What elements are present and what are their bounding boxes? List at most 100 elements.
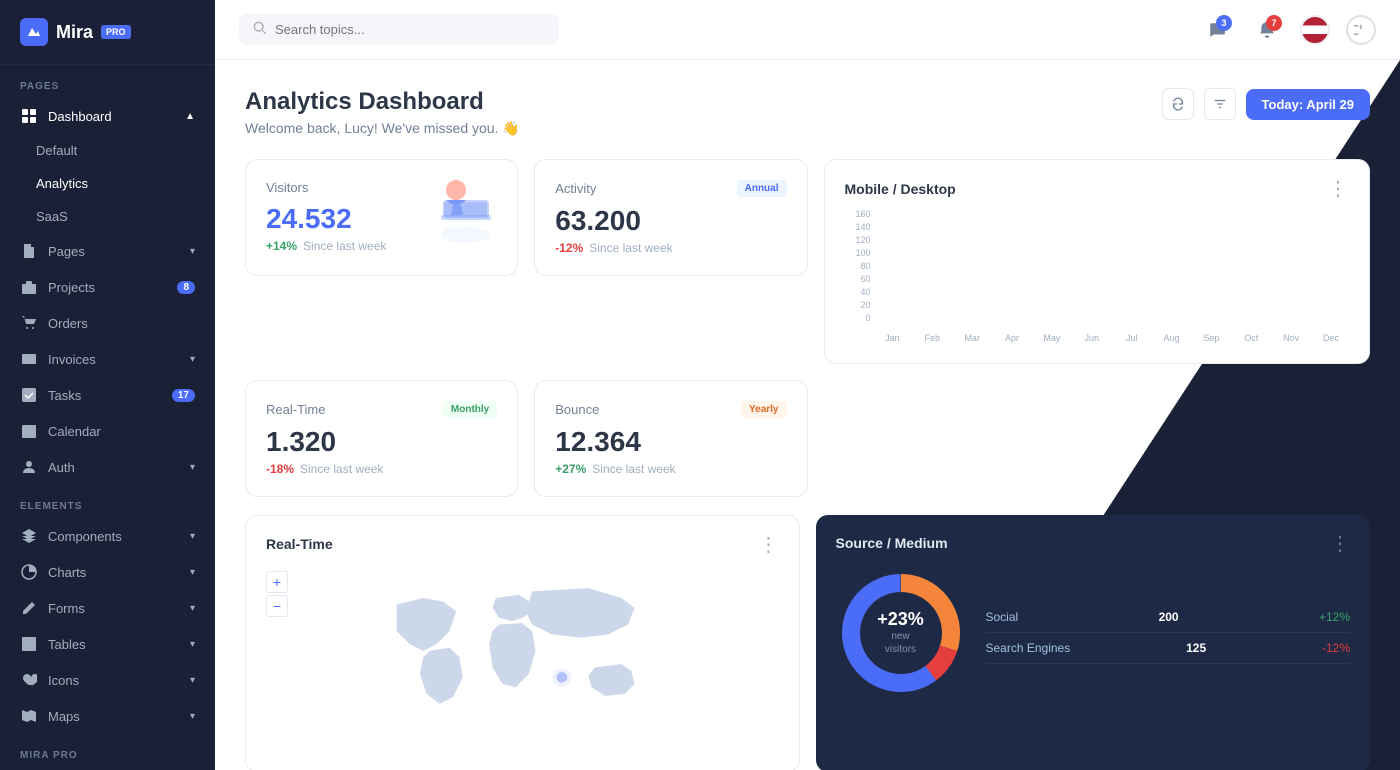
activity-change: -12% Since last week	[555, 241, 786, 255]
chevron-down-icon: ▾	[190, 639, 195, 650]
sidebar-item-orders[interactable]: Orders	[0, 305, 215, 341]
source-social-val: 200	[1159, 610, 1179, 624]
analytics-label: Analytics	[36, 176, 88, 191]
page-header: Analytics Dashboard Welcome back, Lucy! …	[245, 88, 1370, 137]
bounce-header: Bounce Yearly	[555, 401, 786, 418]
map-controls: + −	[266, 571, 288, 617]
sidebar-item-calendar[interactable]: Calendar	[0, 413, 215, 449]
header-actions: Today: April 29	[1162, 88, 1370, 120]
chevron-down-icon: ▾	[190, 462, 195, 473]
file-icon	[20, 242, 38, 260]
realtime-change-label: Since last week	[300, 462, 383, 476]
briefcase-icon	[20, 278, 38, 296]
bounce-badge: Yearly	[741, 401, 786, 418]
sidebar-item-pages[interactable]: Pages ▾	[0, 233, 215, 269]
layers-icon	[20, 527, 38, 545]
source-social-change: +12%	[1319, 610, 1350, 624]
table-icon	[20, 635, 38, 653]
bounce-change-pct: +27%	[555, 462, 586, 476]
bar-chart	[875, 209, 1350, 329]
tables-label: Tables	[48, 637, 86, 652]
sidebar-item-charts[interactable]: Charts ▾	[0, 554, 215, 590]
source-search-name: Search Engines	[986, 641, 1071, 655]
visitors-change-label: Since last week	[303, 239, 386, 253]
visitors-card: Visitors 24.532 +14% Since last week	[245, 159, 518, 276]
pro-badge: PRO	[101, 25, 131, 39]
tasks-label: Tasks	[48, 388, 81, 403]
activity-card: Activity Annual 63.200 -12% Since last w…	[534, 159, 807, 276]
messages-button[interactable]: 3	[1200, 13, 1234, 47]
sidebar-item-saas[interactable]: SaaS	[0, 200, 215, 233]
bounce-change-label: Since last week	[592, 462, 675, 476]
donut-chart: +23% newvisitors	[836, 568, 966, 698]
map-zoom-out[interactable]: −	[266, 595, 288, 617]
notifications-button[interactable]: 7	[1250, 13, 1284, 47]
calendar-label: Calendar	[48, 424, 101, 439]
sidebar-item-auth[interactable]: Auth ▾	[0, 449, 215, 485]
realtime-card: Real-Time Monthly 1.320 -18% Since last …	[245, 380, 518, 497]
filter-button[interactable]	[1204, 88, 1236, 120]
dashboard-label: Dashboard	[48, 109, 112, 124]
topbar-right: 3 7	[1200, 13, 1376, 47]
sidebar-item-analytics[interactable]: Analytics	[0, 167, 215, 200]
orders-label: Orders	[48, 316, 88, 331]
map-zoom-in[interactable]: +	[266, 571, 288, 593]
app-name: Mira	[56, 22, 93, 43]
x-label-feb: Feb	[914, 333, 950, 343]
bounce-value: 12.364	[555, 426, 786, 458]
notifications-badge: 7	[1266, 15, 1282, 31]
auth-label: Auth	[48, 460, 75, 475]
sidebar-item-projects[interactable]: Projects 8	[0, 269, 215, 305]
sidebar-item-maps[interactable]: Maps ▾	[0, 698, 215, 734]
invoices-label: Invoices	[48, 352, 96, 367]
logo-icon	[20, 18, 48, 46]
projects-label: Projects	[48, 280, 95, 295]
check-square-icon	[20, 386, 38, 404]
sidebar-item-default[interactable]: Default	[0, 134, 215, 167]
chevron-down-icon: ▾	[190, 675, 195, 686]
bounce-card: Bounce Yearly 12.364 +27% Since last wee…	[534, 380, 807, 497]
source-medium-title: Source / Medium	[836, 535, 948, 551]
power-button[interactable]	[1346, 15, 1376, 45]
sidebar-item-invoices[interactable]: Invoices ▾	[0, 341, 215, 377]
source-row-social: Social 200 +12%	[986, 602, 1351, 633]
grid-icon	[20, 107, 38, 125]
sidebar: Mira PRO PAGES Dashboard ▲ Default Analy…	[0, 0, 215, 770]
sidebar-item-components[interactable]: Components ▾	[0, 518, 215, 554]
language-flag[interactable]	[1300, 15, 1330, 45]
activity-label: Activity	[555, 181, 596, 196]
realtime-badge: Monthly	[443, 401, 497, 418]
charts-label: Charts	[48, 565, 86, 580]
activity-value: 63.200	[555, 205, 786, 237]
chevron-down-icon: ▾	[190, 711, 195, 722]
realtime-label: Real-Time	[266, 402, 325, 417]
search-wrap[interactable]	[239, 14, 559, 45]
realtime-header: Real-Time Monthly	[266, 401, 497, 418]
calendar-icon	[20, 422, 38, 440]
today-button[interactable]: Today: April 29	[1246, 89, 1370, 120]
refresh-button[interactable]	[1162, 88, 1194, 120]
activity-header: Activity Annual	[555, 180, 786, 197]
mobile-desktop-menu[interactable]: ⋮	[1328, 176, 1349, 201]
source-row-search: Search Engines 125 -12%	[986, 633, 1351, 664]
saas-label: SaaS	[36, 209, 68, 224]
section-elements-label: ELEMENTS	[0, 485, 215, 518]
sidebar-item-icons[interactable]: Icons ▾	[0, 662, 215, 698]
y-axis: 160140120100806040200	[845, 209, 871, 323]
page-title-block: Analytics Dashboard Welcome back, Lucy! …	[245, 88, 520, 137]
source-medium-menu[interactable]: ⋮	[1330, 531, 1350, 556]
search-input[interactable]	[275, 22, 545, 37]
sidebar-item-forms[interactable]: Forms ▾	[0, 590, 215, 626]
sidebar-item-tasks[interactable]: Tasks 17	[0, 377, 215, 413]
sidebar-item-dashboard[interactable]: Dashboard ▲	[0, 98, 215, 134]
section-pages-label: PAGES	[0, 65, 215, 98]
chevron-down-icon: ▾	[190, 567, 195, 578]
x-label-apr: Apr	[994, 333, 1030, 343]
realtime-map-menu[interactable]: ⋮	[759, 532, 779, 557]
activity-change-pct: -12%	[555, 241, 583, 255]
x-label-nov: Nov	[1273, 333, 1309, 343]
x-label-jan: Jan	[875, 333, 911, 343]
edit-icon	[20, 599, 38, 617]
sidebar-item-tables[interactable]: Tables ▾	[0, 626, 215, 662]
source-search-change: -12%	[1322, 641, 1350, 655]
